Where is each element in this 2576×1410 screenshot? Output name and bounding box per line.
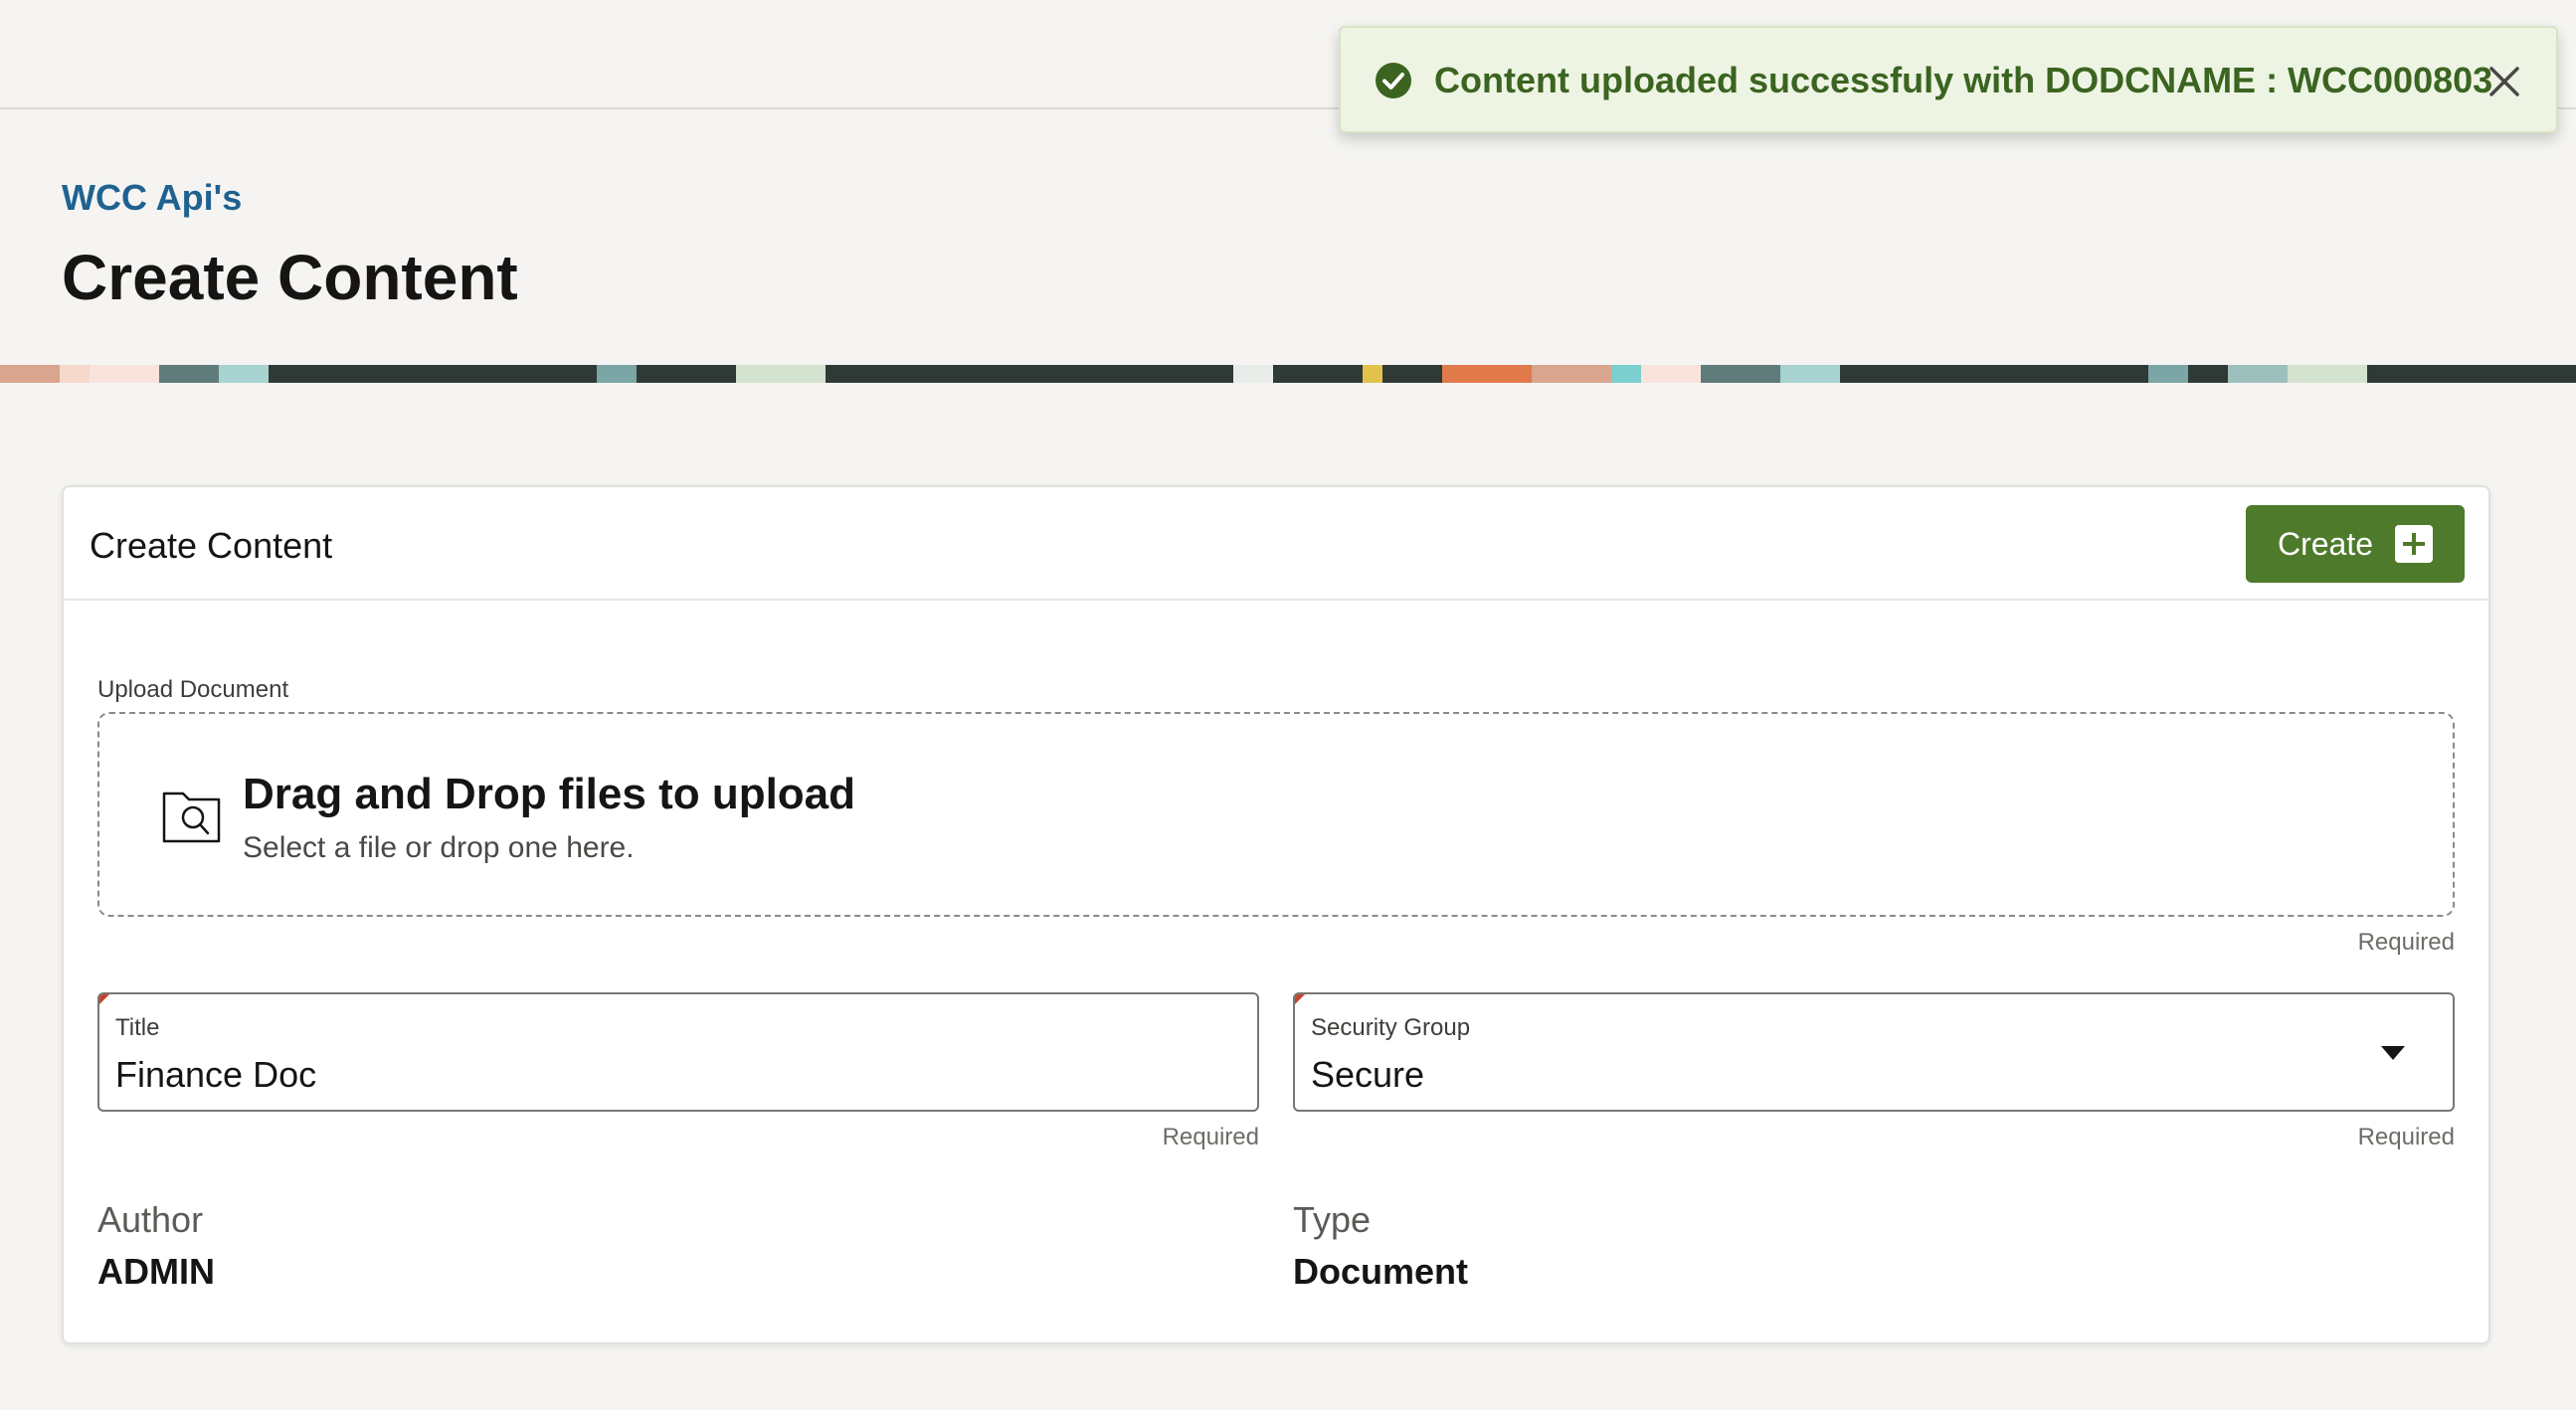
create-content-card: Create Content Create Upload Document Dr… bbox=[62, 485, 2490, 1344]
breadcrumb[interactable]: WCC Api's bbox=[62, 177, 518, 219]
title-field-label: Title bbox=[115, 1014, 160, 1041]
dropzone-title: Drag and Drop files to upload bbox=[243, 770, 856, 818]
security-group-required-hint: Required bbox=[2357, 1124, 2455, 1150]
type-value: Document bbox=[1293, 1251, 1469, 1292]
create-button[interactable]: Create bbox=[2246, 505, 2465, 583]
file-dropzone[interactable]: Drag and Drop files to upload Select a f… bbox=[97, 712, 2455, 917]
toast-message: Content uploaded successfuly with DODCNA… bbox=[1434, 60, 2493, 100]
upload-label: Upload Document bbox=[97, 676, 289, 703]
author-label: Author bbox=[97, 1199, 204, 1240]
success-toast: Content uploaded successfuly with DODCNA… bbox=[1339, 26, 2558, 133]
author-value: ADMIN bbox=[97, 1251, 215, 1292]
decorative-banner bbox=[0, 365, 2576, 383]
security-group-select[interactable]: Security Group Secure bbox=[1293, 992, 2455, 1112]
dropzone-subtitle: Select a file or drop one here. bbox=[243, 831, 635, 864]
title-required-hint: Required bbox=[1162, 1124, 1259, 1150]
upload-required-hint: Required bbox=[2357, 929, 2455, 956]
title-field[interactable]: Title Finance Doc bbox=[97, 992, 1259, 1112]
card-header: Create Content Create bbox=[64, 487, 2488, 601]
type-label: Type bbox=[1293, 1199, 1372, 1240]
chevron-down-icon[interactable] bbox=[2381, 1046, 2405, 1060]
create-button-label: Create bbox=[2277, 525, 2374, 562]
security-group-label: Security Group bbox=[1311, 1014, 1471, 1041]
folder-search-icon bbox=[162, 792, 221, 843]
close-icon[interactable] bbox=[2486, 64, 2522, 99]
plus-square-icon bbox=[2395, 525, 2434, 563]
title-field-value: Finance Doc bbox=[115, 1054, 317, 1095]
check-circle-icon bbox=[1376, 63, 1411, 98]
security-group-value: Secure bbox=[1311, 1054, 1425, 1095]
page-title: Create Content bbox=[62, 242, 518, 313]
card-title: Create Content bbox=[90, 525, 333, 566]
page-header: WCC Api's Create Content bbox=[62, 177, 518, 314]
